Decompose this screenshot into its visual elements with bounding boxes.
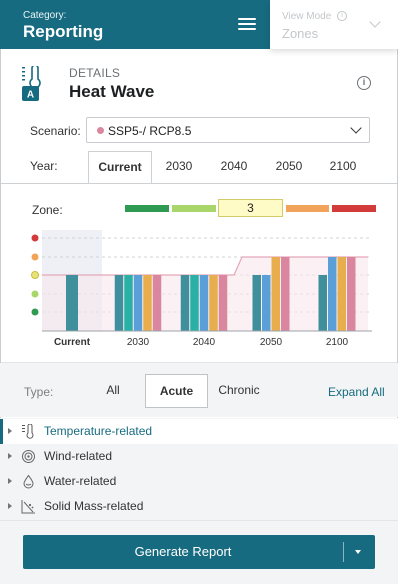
x-tick-label: 2050 bbox=[260, 337, 283, 348]
category-label: Category: bbox=[23, 10, 67, 21]
type-label: Type: bbox=[24, 385, 54, 399]
chart-bar bbox=[262, 275, 271, 331]
y-level-dot bbox=[31, 253, 39, 261]
tab-2050[interactable]: 2050 bbox=[263, 151, 315, 184]
button-separator bbox=[343, 542, 344, 562]
menu-button[interactable] bbox=[238, 15, 256, 31]
zone-bar-chart: Current 2030 2040 2050 2100 bbox=[31, 230, 372, 348]
chart-bar bbox=[199, 275, 209, 331]
tree-item-solid-mass[interactable]: Solid Mass-related bbox=[0, 494, 398, 519]
tree-item-water[interactable]: Water-related bbox=[0, 469, 398, 494]
chart-bar bbox=[271, 257, 280, 331]
caret-down-icon[interactable] bbox=[355, 550, 361, 554]
tree-item-wind[interactable]: Wind-related bbox=[0, 444, 398, 469]
scenario-label: Scenario: bbox=[30, 124, 81, 138]
scenario-value: SSP5-/ RCP8.5 bbox=[108, 124, 192, 138]
expand-all-link[interactable]: Expand All bbox=[328, 385, 385, 399]
x-tick-label: 2040 bbox=[193, 337, 216, 348]
chart-bar bbox=[328, 257, 337, 331]
type-chronic-button[interactable]: Chronic bbox=[216, 374, 262, 408]
zone-bar-2 bbox=[172, 205, 216, 212]
tree-item-label: Solid Mass-related bbox=[44, 499, 144, 513]
chart-bar bbox=[133, 275, 143, 331]
tree-item-label: Water-related bbox=[44, 474, 117, 488]
chart-bar bbox=[337, 257, 346, 331]
chart-bar bbox=[152, 275, 162, 331]
generate-report-label: Generate Report bbox=[134, 544, 232, 559]
x-tick-label: 2030 bbox=[127, 337, 150, 348]
app-header: Category: Reporting bbox=[0, 0, 270, 49]
chevron-down-icon bbox=[350, 122, 362, 134]
zone-label: Zone: bbox=[32, 203, 63, 217]
info-icon: i bbox=[337, 11, 347, 21]
chart-bar bbox=[318, 275, 327, 331]
y-level-dot bbox=[31, 271, 39, 279]
caret-right-icon bbox=[8, 478, 12, 484]
zone-bar-4 bbox=[286, 205, 329, 212]
x-tick-label: 2100 bbox=[326, 337, 349, 348]
category-title: Reporting bbox=[23, 22, 104, 41]
type-all-button[interactable]: All bbox=[98, 374, 128, 408]
chart-bar bbox=[143, 275, 152, 331]
view-mode-dropdown[interactable]: View Mode i Zones bbox=[270, 0, 398, 49]
generate-report-button[interactable]: Generate Report bbox=[23, 535, 375, 569]
details-label: DETAILS bbox=[69, 66, 121, 80]
scenario-select[interactable]: SSP5-/ RCP8.5 bbox=[86, 117, 370, 143]
chart-bar bbox=[218, 275, 228, 331]
view-mode-value: Zones bbox=[282, 26, 319, 41]
tab-2100[interactable]: 2100 bbox=[317, 151, 369, 184]
chart-bar bbox=[281, 257, 290, 331]
scenario-color-dot bbox=[97, 127, 104, 134]
year-label: Year: bbox=[30, 159, 58, 173]
chevron-down-icon bbox=[369, 16, 381, 28]
landslide-icon bbox=[21, 500, 35, 514]
tab-2030[interactable]: 2030 bbox=[154, 151, 204, 184]
type-acute-button[interactable]: Acute bbox=[145, 374, 208, 408]
caret-right-icon bbox=[8, 428, 12, 434]
y-level-dot bbox=[31, 290, 39, 298]
wind-swirl-icon bbox=[22, 450, 35, 463]
caret-right-icon bbox=[8, 503, 12, 509]
tree-item-label: Temperature-related bbox=[44, 424, 153, 438]
y-level-dot bbox=[31, 234, 39, 242]
zone-bar-5 bbox=[332, 205, 376, 212]
chart-bar bbox=[190, 275, 199, 331]
water-drop-icon bbox=[23, 474, 34, 489]
info-icon[interactable]: i bbox=[357, 76, 371, 90]
chart-bar bbox=[66, 275, 78, 331]
svg-text:A: A bbox=[27, 90, 34, 101]
zone-value: 3 bbox=[218, 199, 283, 217]
thermometer-small-icon bbox=[22, 424, 34, 439]
thermometer-icon: A bbox=[22, 66, 41, 101]
chart-bar bbox=[180, 275, 190, 331]
tab-2040[interactable]: 2040 bbox=[208, 151, 260, 184]
hazard-title: Heat Wave bbox=[69, 82, 155, 101]
chart-bar bbox=[347, 257, 356, 331]
tree-item-label: Wind-related bbox=[44, 449, 113, 463]
tab-current[interactable]: Current bbox=[88, 151, 152, 184]
tree-item-temperature[interactable]: Temperature-related bbox=[0, 419, 398, 444]
chart-bar bbox=[209, 275, 218, 331]
y-level-dot bbox=[31, 308, 39, 316]
chart-bar bbox=[114, 275, 124, 331]
x-tick-label: Current bbox=[54, 337, 91, 348]
chart-bar bbox=[124, 275, 133, 331]
chart-bar bbox=[252, 275, 261, 331]
menu-icon bbox=[238, 18, 256, 20]
zone-bar-1 bbox=[125, 205, 169, 212]
view-mode-label: View Mode bbox=[282, 11, 332, 22]
caret-right-icon bbox=[8, 453, 12, 459]
